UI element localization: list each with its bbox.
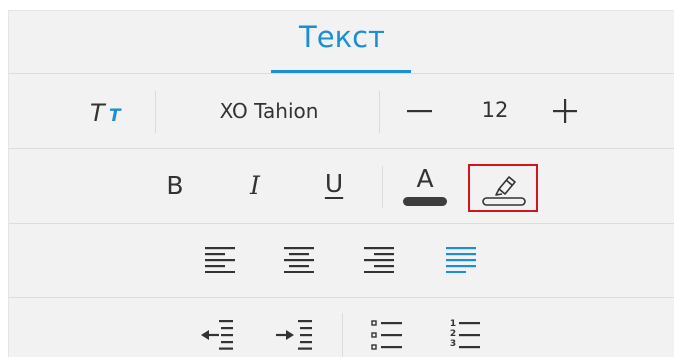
align-justify-icon[interactable] <box>446 247 476 273</box>
list-number: 3 <box>449 339 457 349</box>
outdent-icon[interactable] <box>195 320 235 350</box>
font-color-swatch <box>403 197 447 206</box>
font-color-button[interactable]: A <box>402 164 448 208</box>
divider <box>9 297 674 298</box>
align-right-icon[interactable] <box>364 247 394 273</box>
divider <box>9 148 674 149</box>
underline-button[interactable]: U <box>322 169 346 199</box>
indent-icon[interactable] <box>274 320 314 350</box>
list-number: 2 <box>449 329 457 339</box>
align-center-icon[interactable] <box>284 247 314 273</box>
highlight-selection-frame <box>468 164 538 212</box>
decrease-font-size-button[interactable] <box>405 99 435 123</box>
bullet-list-icon[interactable] <box>371 320 403 350</box>
svg-text:T: T <box>90 99 107 127</box>
divider <box>382 166 383 208</box>
font-family-select[interactable]: XO Tahion <box>159 98 379 124</box>
divider <box>379 91 380 133</box>
font-color-label: A <box>416 164 434 193</box>
italic-button[interactable]: I <box>243 171 267 201</box>
bold-button[interactable]: B <box>163 171 187 201</box>
svg-text:T: T <box>109 106 122 126</box>
font-size-value: 12 <box>481 98 509 122</box>
divider <box>155 91 156 133</box>
divider <box>342 313 343 357</box>
numbered-list-icon[interactable]: 1 2 3 <box>449 319 483 352</box>
increase-font-size-button[interactable] <box>551 97 579 125</box>
text-format-panel: Текст T T XO Tahion 12 B I U A 1 2 3 <box>8 10 674 357</box>
align-left-icon[interactable] <box>205 247 235 273</box>
text-style-icon[interactable]: T T <box>89 97 133 127</box>
list-number: 1 <box>449 319 457 329</box>
tab-text[interactable]: Текст <box>9 19 674 55</box>
divider <box>9 223 674 224</box>
divider <box>9 73 674 74</box>
